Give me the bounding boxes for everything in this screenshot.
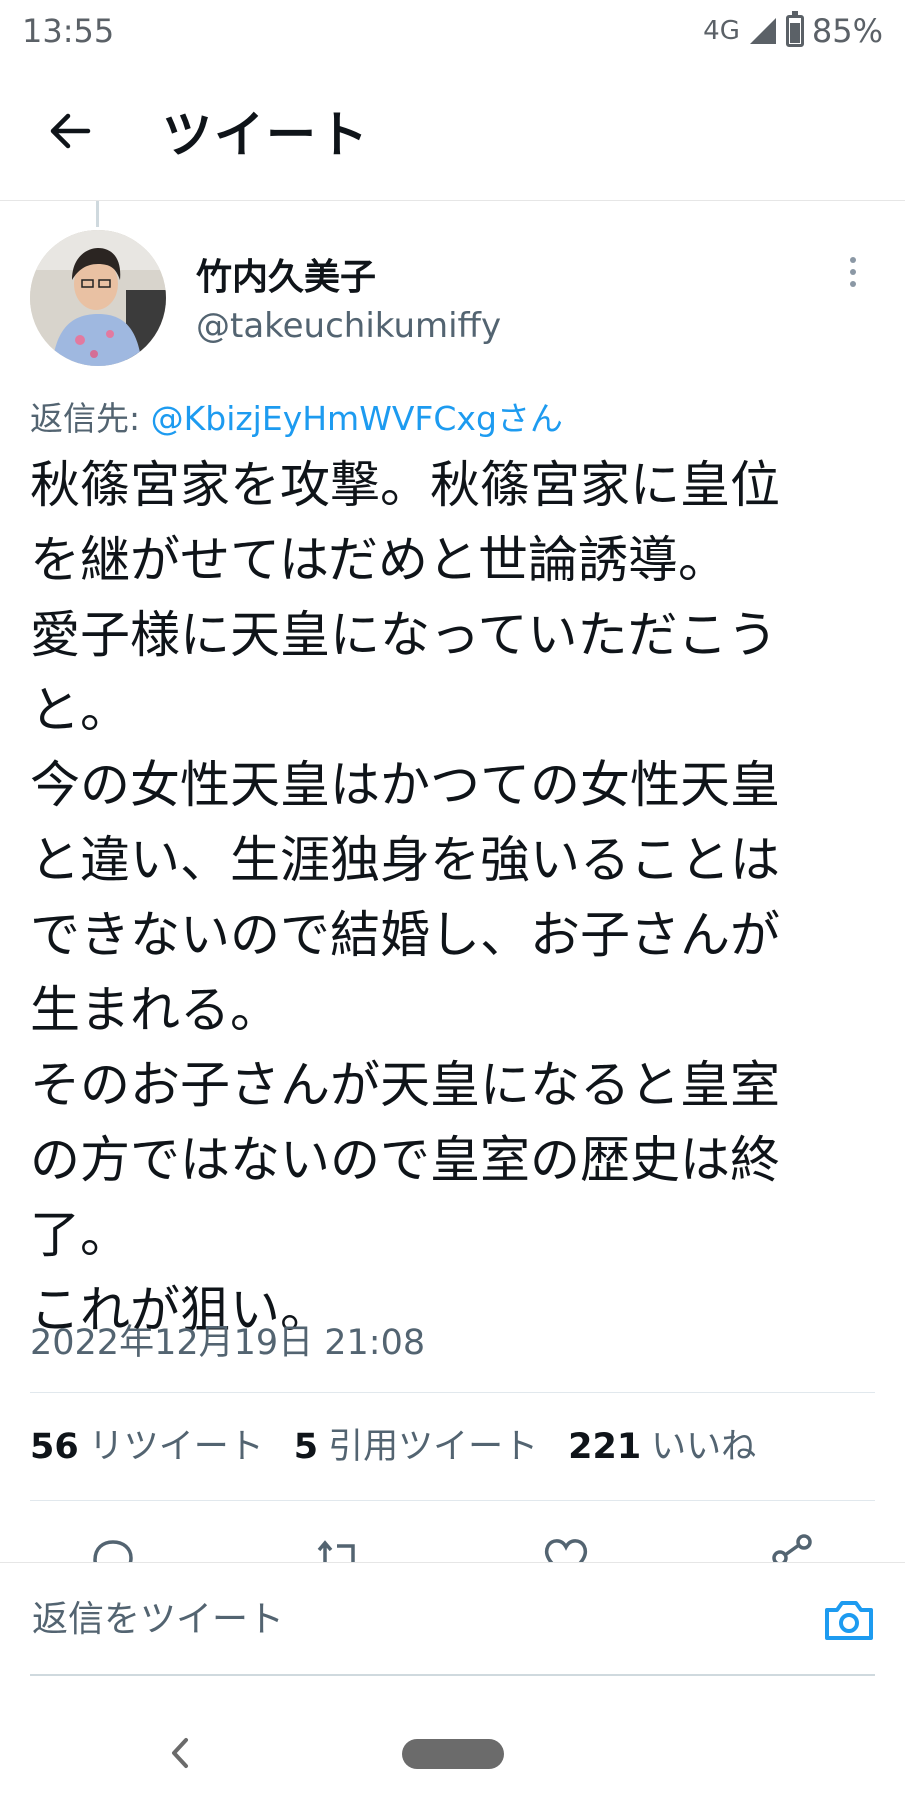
avatar[interactable] <box>30 230 166 366</box>
reply-icon[interactable] <box>85 1530 141 1562</box>
retweets-count: 56 <box>30 1427 79 1467</box>
reply-context: 返信先: @KbizjEyHmWVFCxgさん <box>30 392 563 440</box>
likes-label: いいね <box>651 1427 757 1467</box>
share-icon[interactable] <box>764 1530 820 1562</box>
quotes-stat[interactable]: 5 引用ツイート <box>294 1418 538 1469</box>
divider <box>30 1392 875 1393</box>
retweets-label: リツイート <box>88 1427 264 1467</box>
tweet-text: 秋篠宮家を攻撃。秋篠宮家に皇位 を継がせてはだめと世論誘導。 愛子様に天皇になっ… <box>30 456 780 1339</box>
status-time: 13:55 <box>22 12 115 50</box>
more-vertical-icon <box>850 257 856 263</box>
quotes-count: 5 <box>293 1427 319 1467</box>
page-title: ツイート <box>162 106 370 164</box>
avatar-photo <box>30 230 166 366</box>
reply-prefix: 返信先: <box>30 399 151 438</box>
network-type: 4G <box>703 16 740 46</box>
nav-home-pill[interactable] <box>401 1739 504 1769</box>
system-nav-bar <box>0 1700 905 1810</box>
like-icon[interactable] <box>538 1530 594 1562</box>
battery-icon <box>785 11 804 47</box>
status-indicators: 4G 85% <box>703 11 883 50</box>
author-name[interactable]: 竹内久美子 <box>196 248 376 300</box>
back-arrow-icon <box>50 113 91 149</box>
likes-stat[interactable]: 221 いいね <box>568 1418 756 1469</box>
quotes-label: 引用ツイート <box>328 1427 539 1467</box>
app-header: ツイート <box>0 62 905 201</box>
retweet-icon[interactable] <box>311 1530 367 1562</box>
reply-composer <box>0 1562 905 1676</box>
tweet-timestamp[interactable]: 2022年12月19日 21:08 <box>30 1314 425 1365</box>
reply-input[interactable] <box>30 1598 734 1641</box>
tweet-actions <box>0 1530 905 1562</box>
camera-icon[interactable] <box>823 1596 875 1644</box>
reply-mention-link[interactable]: @KbizjEyHmWVFCxgさん <box>151 399 563 438</box>
thread-connector <box>96 201 99 227</box>
nav-back-button[interactable] <box>160 1728 200 1778</box>
nav-back-icon <box>172 1738 188 1768</box>
battery-percent: 85% <box>811 12 883 50</box>
signal-icon <box>749 18 776 44</box>
author-handle[interactable]: @takeuchikumiffy <box>196 306 501 346</box>
status-bar: 13:55 4G 85% <box>0 0 905 62</box>
tweet-stats: 56 リツイート 5 引用ツイート 221 いいね <box>30 1418 786 1469</box>
likes-count: 221 <box>568 1427 642 1467</box>
reply-underline <box>30 1674 875 1676</box>
more-options-button[interactable] <box>836 250 870 294</box>
back-button[interactable] <box>30 91 110 171</box>
divider <box>30 1500 875 1501</box>
retweets-stat[interactable]: 56 リツイート <box>30 1418 264 1469</box>
